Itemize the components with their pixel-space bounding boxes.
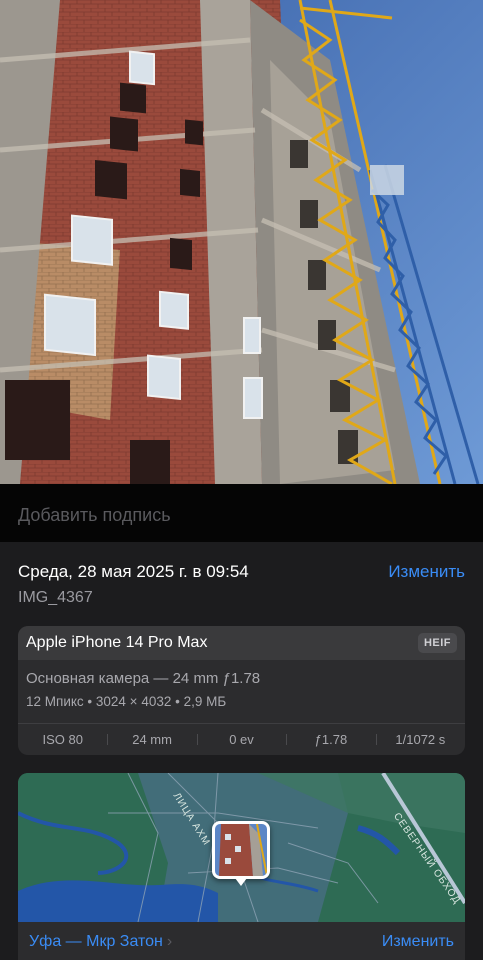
caption-input[interactable] [18, 502, 458, 528]
pin-thumbnail [215, 824, 267, 876]
format-badge: HEIF [417, 633, 457, 653]
chevron-right-icon: › [166, 933, 173, 950]
photo-preview[interactable] [0, 0, 483, 484]
exposure-params: ISO 80 24 mm 0 ev ƒ1.78 1/1072 s [18, 724, 465, 755]
date-row: Среда, 28 мая 2025 г. в 09:54 Изменить [18, 562, 465, 584]
aperture-value: ƒ1.78 [286, 724, 375, 755]
capture-date: Среда, 28 мая 2025 г. в 09:54 [18, 562, 249, 581]
shutter-speed-value: 1/1072 s [375, 724, 465, 755]
edit-location-button[interactable]: Изменить [382, 933, 454, 951]
location-map[interactable]: ЛИЦА АХМ СЕВЕРНЫЙ ОБХОД [18, 773, 465, 922]
exif-header: Apple iPhone 14 Pro Max HEIF [18, 626, 465, 660]
location-name: Уфа — Мкр Затон [29, 933, 163, 950]
lens-info: Основная камера — 24 mm ƒ1.78 [26, 670, 261, 687]
edit-date-button[interactable]: Изменить [388, 562, 465, 582]
caption-area [0, 484, 483, 542]
device-name: Apple iPhone 14 Pro Max [26, 634, 208, 651]
photo-image [0, 0, 483, 484]
location-link[interactable]: Уфа — Мкр Затон › [29, 933, 172, 951]
exposure-bias-value: 0 ev [196, 724, 286, 755]
location-row: Уфа — Мкр Затон › Изменить [18, 922, 465, 960]
map-photo-pin[interactable] [212, 821, 270, 886]
focal-length-value: 24 mm [107, 724, 196, 755]
file-name: IMG_4367 [18, 589, 93, 606]
info-panel: Среда, 28 мая 2025 г. в 09:54 Изменить I… [0, 542, 483, 960]
iso-value: ISO 80 [42, 732, 83, 747]
exif-card: Apple iPhone 14 Pro Max HEIF Основная ка… [18, 626, 465, 755]
image-specs: 12 Мпикс • 3024 × 4032 • 2,9 МБ [26, 694, 227, 709]
